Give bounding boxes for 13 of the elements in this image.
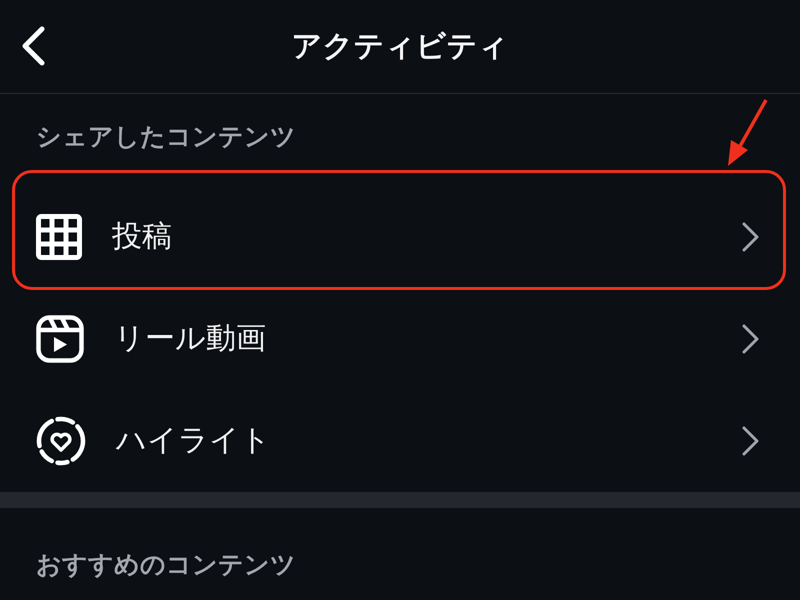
video-play-icon <box>36 315 84 363</box>
back-chevron-icon <box>20 26 46 66</box>
section-title: おすすめのコンテンツ <box>36 550 296 580</box>
chevron-right-icon <box>742 222 760 252</box>
section-title: シェアしたコンテンツ <box>36 122 296 152</box>
chevron-right-icon <box>742 324 760 354</box>
menu-item[interactable]: リール動画 <box>0 288 800 390</box>
grid-icon <box>36 214 82 260</box>
page-title: アクティビティ <box>292 28 508 64</box>
heart-circle-icon <box>36 416 86 466</box>
menu-item[interactable]: ハイライト <box>0 390 800 492</box>
menu-item[interactable]: 投稿 <box>0 186 800 288</box>
chevron-right-icon <box>742 426 760 456</box>
